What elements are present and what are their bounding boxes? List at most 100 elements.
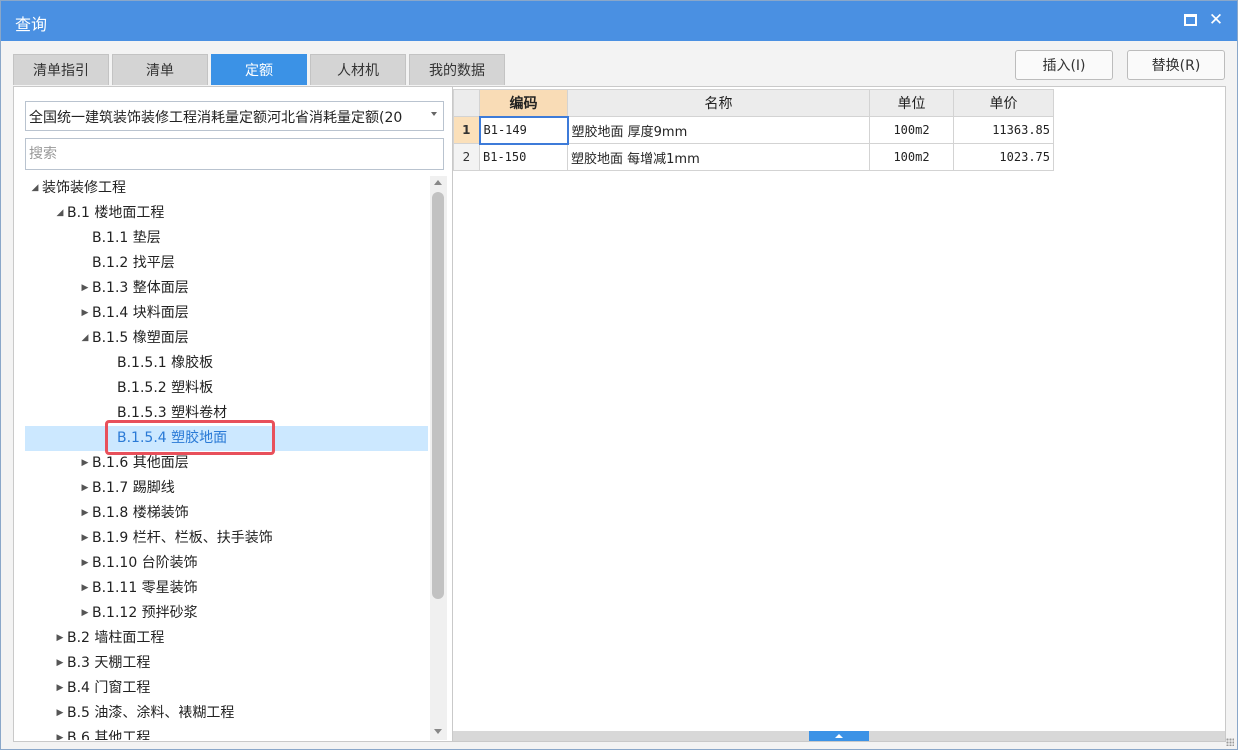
tree-node-label: 装饰装修工程	[42, 180, 126, 196]
tree-node-label: B.4 门窗工程	[67, 680, 151, 696]
tree-node[interactable]: ▶ B.1.12 预拌砂浆	[25, 601, 428, 626]
tree-node[interactable]: B.1.1 垫层	[25, 226, 428, 251]
corner-cell	[453, 89, 480, 117]
tree-node[interactable]: ▶ B.4 门窗工程	[25, 676, 428, 701]
table-row[interactable]: 2 B1-150 塑胶地面 每增减1mm 100m2 1023.75	[453, 143, 1054, 171]
tree-node[interactable]: ▶ B.1.3 整体面层	[25, 276, 428, 301]
tree-expanded-icon[interactable]: ◢	[79, 326, 91, 351]
resize-grip-icon[interactable]	[1226, 738, 1234, 746]
tree-node-label: B.1.5.2 塑料板	[117, 380, 214, 396]
tab-bar: 清单指引 清单 定额 人材机 我的数据	[13, 54, 508, 86]
tree-node-label: B.1.11 零星装饰	[92, 580, 198, 596]
cell-price[interactable]: 11363.85	[953, 116, 1054, 144]
cell-name[interactable]: 塑胶地面 厚度9mm	[567, 116, 870, 144]
tree-collapsed-icon[interactable]: ▶	[79, 476, 91, 501]
tree-node-label: B.1.3 整体面层	[92, 280, 189, 296]
tree-expanded-icon[interactable]: ◢	[54, 201, 66, 226]
tree-node[interactable]: ▶ B.1.11 零星装饰	[25, 576, 428, 601]
column-header-unit[interactable]: 单位	[869, 89, 954, 117]
column-header-name[interactable]: 名称	[567, 89, 870, 117]
insert-button[interactable]: 插入(I)	[1015, 50, 1113, 80]
tree-node[interactable]: ◢ 装饰装修工程	[25, 176, 428, 201]
tree-node-label: B.1.8 楼梯装饰	[92, 505, 189, 521]
tab-labor-material-machine[interactable]: 人材机	[310, 54, 406, 85]
tree-node-label: B.1 楼地面工程	[67, 205, 165, 221]
tree-collapsed-icon[interactable]: ▶	[54, 651, 66, 676]
tree-node[interactable]: ▶ B.6 其他工程	[25, 726, 428, 740]
maximize-icon	[1183, 14, 1197, 26]
cell-code[interactable]: B1-149	[478, 115, 569, 145]
tree-node[interactable]: ▶ B.2 墙柱面工程	[25, 626, 428, 651]
quota-library-value: 全国统一建筑装饰装修工程消耗量定额河北省消耗量定额(20	[29, 110, 403, 126]
tab-my-data[interactable]: 我的数据	[409, 54, 505, 85]
chevron-down-icon	[431, 112, 437, 116]
scroll-thumb[interactable]	[432, 192, 444, 599]
tab-bill[interactable]: 清单	[112, 54, 208, 85]
table-row[interactable]: 1 B1-149 塑胶地面 厚度9mm 100m2 11363.85	[453, 115, 1054, 145]
tree-node[interactable]: ▶ B.5 油漆、涂料、裱糊工程	[25, 701, 428, 726]
tree-collapsed-icon[interactable]: ▶	[54, 626, 66, 651]
tree-node[interactable]: ▶ B.1.7 踢脚线	[25, 476, 428, 501]
tree-collapsed-icon[interactable]: ▶	[79, 551, 91, 576]
tree-node[interactable]: B.1.5.3 塑料卷材	[25, 401, 428, 426]
chevron-up-icon	[835, 734, 843, 738]
cell-unit[interactable]: 100m2	[869, 143, 954, 171]
tree-expanded-icon[interactable]: ◢	[29, 176, 41, 201]
tree-collapsed-icon[interactable]: ▶	[79, 601, 91, 626]
tree-node[interactable]: ▶ B.1.9 栏杆、栏板、扶手装饰	[25, 526, 428, 551]
tree-collapsed-icon[interactable]: ▶	[54, 701, 66, 726]
splitter-handle[interactable]	[809, 731, 869, 741]
horizontal-scrollbar[interactable]	[453, 731, 1225, 741]
tree-collapsed-icon[interactable]: ▶	[79, 451, 91, 476]
tree-vertical-scrollbar[interactable]	[430, 176, 447, 740]
maximize-button[interactable]	[1180, 10, 1200, 30]
tree-node[interactable]: ◢ B.1 楼地面工程	[25, 201, 428, 226]
scroll-down-icon[interactable]	[434, 729, 442, 734]
tree-collapsed-icon[interactable]: ▶	[79, 276, 91, 301]
tree-node[interactable]: B.1.5.1 橡胶板	[25, 351, 428, 376]
scroll-up-icon[interactable]	[434, 180, 442, 185]
tree-collapsed-icon[interactable]: ▶	[79, 576, 91, 601]
tab-quota[interactable]: 定额	[211, 54, 307, 85]
quota-table: 编码 名称 单位 单价 1 B1-149 塑胶地面 厚度9mm 100m2 11…	[453, 89, 1054, 171]
table-header-row: 编码 名称 单位 单价	[453, 89, 1054, 117]
search-input[interactable]	[25, 138, 444, 170]
quota-library-select[interactable]: 全国统一建筑装饰装修工程消耗量定额河北省消耗量定额(20	[25, 101, 444, 131]
tree-node[interactable]: B.1.5.4 塑胶地面	[25, 426, 428, 451]
tree-node-label: B.1.2 找平层	[92, 255, 175, 271]
column-header-code[interactable]: 编码	[479, 89, 568, 117]
tree-node-label: B.1.1 垫层	[92, 230, 161, 246]
replace-button[interactable]: 替换(R)	[1127, 50, 1225, 80]
tree-collapsed-icon[interactable]: ▶	[79, 301, 91, 326]
tree-node[interactable]: ◢ B.1.5 橡塑面层	[25, 326, 428, 351]
close-button[interactable]: ✕	[1206, 10, 1226, 30]
tree-collapsed-icon[interactable]: ▶	[54, 726, 66, 740]
row-number[interactable]: 2	[453, 143, 480, 171]
row-number[interactable]: 1	[453, 116, 480, 144]
tree-node[interactable]: B.1.5.2 塑料板	[25, 376, 428, 401]
tree-collapsed-icon[interactable]: ▶	[79, 501, 91, 526]
tree-node[interactable]: ▶ B.3 天棚工程	[25, 651, 428, 676]
cell-unit[interactable]: 100m2	[869, 116, 954, 144]
tree-collapsed-icon[interactable]: ▶	[54, 676, 66, 701]
column-header-price[interactable]: 单价	[953, 89, 1054, 117]
tree-node[interactable]: ▶ B.1.6 其他面层	[25, 451, 428, 476]
tree-node-label: B.1.4 块料面层	[92, 305, 189, 321]
category-tree: ◢ 装饰装修工程 ◢ B.1 楼地面工程 B.1.1 垫层 B.1.2 找平层 ▶ B.1.3…	[25, 176, 430, 740]
cell-price[interactable]: 1023.75	[953, 143, 1054, 171]
tree-node-label: B.1.6 其他面层	[92, 455, 189, 471]
title-bar[interactable]: 查询 ✕	[1, 1, 1237, 41]
tab-bill-guide[interactable]: 清单指引	[13, 54, 109, 85]
tree-node[interactable]: B.1.2 找平层	[25, 251, 428, 276]
cell-name[interactable]: 塑胶地面 每增减1mm	[567, 143, 870, 171]
tree-node[interactable]: ▶ B.1.4 块料面层	[25, 301, 428, 326]
tree-node-label: B.1.10 台阶装饰	[92, 555, 198, 571]
query-dialog: 查询 ✕ 清单指引 清单 定额 人材机 我的数据 插入(I) 替换(R) 全国统…	[0, 0, 1238, 750]
tree-node[interactable]: ▶ B.1.10 台阶装饰	[25, 551, 428, 576]
tree-collapsed-icon[interactable]: ▶	[79, 526, 91, 551]
tree-node-label: B.2 墙柱面工程	[67, 630, 165, 646]
tree-node[interactable]: ▶ B.1.8 楼梯装饰	[25, 501, 428, 526]
left-panel: 全国统一建筑装饰装修工程消耗量定额河北省消耗量定额(20 ◢装饰装修工程◢B.1…	[13, 86, 453, 742]
tree-node-label: B.5 油漆、涂料、裱糊工程	[67, 705, 235, 721]
cell-code[interactable]: B1-150	[479, 143, 568, 171]
